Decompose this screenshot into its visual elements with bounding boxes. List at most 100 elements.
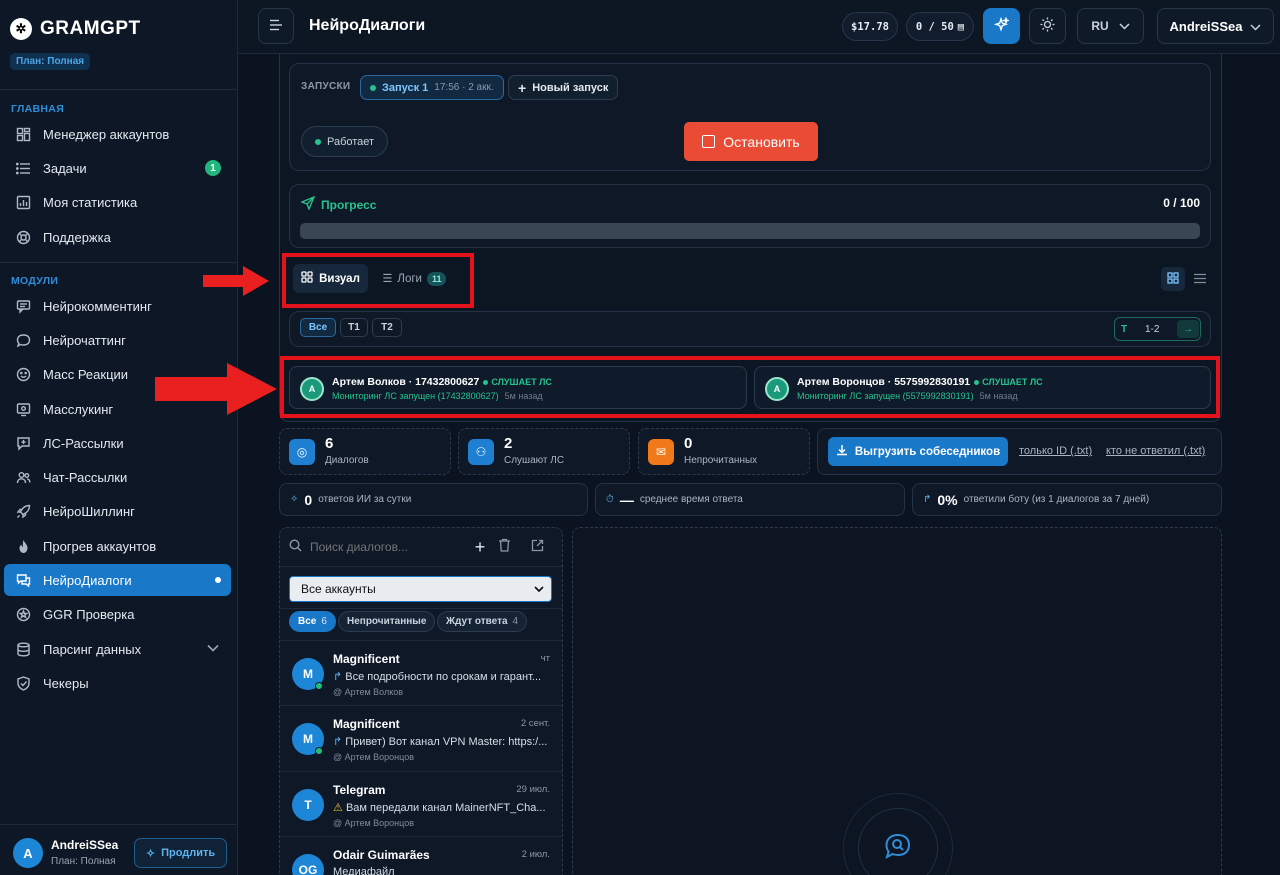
stat-label: Слушают ЛС	[504, 455, 565, 466]
shield-check-icon	[15, 675, 31, 691]
dialog-item[interactable]: OG Odair Guimarães 2 июл. Медиафайл	[280, 836, 562, 875]
filter-all[interactable]: Все	[300, 318, 336, 337]
dialog-item[interactable]: T Telegram 29 июл. ⚠ Вам передали канал …	[280, 771, 562, 836]
sidebar-item-label: Менеджер аккаунтов	[43, 126, 170, 142]
sidebar-item-dm-mailing[interactable]: ЛС-Рассылки	[4, 427, 231, 459]
export-ids-link[interactable]: только ID (.txt)	[1019, 445, 1092, 457]
plan-badge: План: Полная	[10, 53, 91, 70]
chat-search-icon	[883, 831, 913, 864]
chevron-down-icon[interactable]	[207, 643, 219, 655]
account-select[interactable]: Все аккаунты	[289, 576, 552, 602]
reply-icon: ↱	[333, 736, 343, 748]
export-no-reply-link[interactable]: кто не ответил (.txt)	[1106, 445, 1205, 457]
theme-toggle-button[interactable]	[1029, 8, 1066, 44]
external-link-icon	[531, 539, 544, 555]
sidebar-item-neurochatting[interactable]: Нейрочаттинг	[4, 324, 231, 356]
export-button[interactable]: Выгрузить собеседников	[828, 437, 1008, 466]
filter-chip-awaiting[interactable]: Ждут ответа 4	[437, 611, 528, 632]
chevron-down-icon	[534, 582, 544, 596]
list-view-button[interactable]	[1188, 267, 1212, 291]
database-icon	[15, 641, 31, 657]
sidebar-item-label: Нейрочаттинг	[43, 332, 126, 348]
metric-label: ответов ИИ за сутки	[318, 494, 412, 505]
brand-logo[interactable]: ✲ GRAMGPT	[10, 18, 141, 40]
chevron-down-icon	[1250, 19, 1262, 34]
sidebar-item-chat-mailing[interactable]: Чат-Рассылки	[4, 461, 231, 493]
dialog-name: Magnificent	[333, 717, 400, 731]
language-select[interactable]: RU	[1077, 8, 1144, 44]
dialog-preview: ↱ Привет) Вот канал VPN Master: https:/.…	[333, 736, 548, 748]
sidebar-item-label: Масс Реакции	[43, 366, 129, 382]
sidebar-item-account-manager[interactable]: Менеджер аккаунтов	[4, 118, 231, 150]
ai-sparkle-button[interactable]	[983, 8, 1020, 44]
new-run-button[interactable]: + Новый запуск	[508, 75, 619, 100]
next-arrow-icon[interactable]: →	[1177, 320, 1199, 338]
filter-t2[interactable]: T2	[372, 318, 402, 337]
sidebar-item-label: Задачи	[43, 160, 87, 176]
extend-label: Продлить	[161, 847, 216, 859]
metric-value: 0	[304, 491, 313, 508]
dialog-search[interactable]	[289, 539, 460, 555]
runs-section: ЗАПУСКИ Запуск 1 17:56 · 2 акк. + Новый …	[289, 63, 1211, 171]
chip-label: Все	[298, 616, 317, 627]
language-value: RU	[1091, 19, 1109, 33]
sidebar-item-checkers[interactable]: Чекеры	[4, 667, 231, 699]
run-status-pill: Работает	[301, 126, 389, 157]
balance-chip[interactable]: $17.78	[842, 12, 898, 41]
menu-toggle-button[interactable]	[258, 8, 294, 44]
sidebar-item-neurodialogs[interactable]: НейроДиалоги	[4, 564, 231, 596]
users-icon: ⚇	[468, 439, 494, 465]
sparkle-icon: ✧	[145, 847, 156, 860]
monitor-eye-icon	[15, 401, 31, 417]
star-badge-icon	[15, 606, 31, 622]
chevron-down-icon	[1119, 19, 1130, 33]
filter-chip-all[interactable]: Все 6	[289, 611, 336, 632]
sidebar-item-statistics[interactable]: Моя статистика	[4, 186, 231, 218]
divider	[280, 608, 562, 609]
filter-t1[interactable]: T1	[340, 318, 368, 337]
run-tab-1[interactable]: Запуск 1 17:56 · 2 акк.	[360, 75, 504, 100]
sidebar-item-tasks[interactable]: Задачи 1	[4, 152, 231, 184]
dialog-time: 2 июл.	[521, 849, 550, 860]
filter-row: Все T1 T2 T 1-2 →	[289, 311, 1211, 347]
sidebar-item-ggr-check[interactable]: GGR Проверка	[4, 598, 231, 630]
account-name: AndreiSSea	[1169, 18, 1243, 34]
chart-icon	[15, 194, 31, 210]
sidebar-item-neurocommenting[interactable]: Нейрокомментинг	[4, 290, 231, 322]
highlight-box	[280, 356, 1220, 418]
sparkle-icon	[993, 16, 1011, 35]
stop-button[interactable]: Остановить	[684, 122, 818, 161]
chip-label: Ждут ответа	[446, 616, 508, 627]
dialog-item[interactable]: M Magnificent 2 сент. ↱ Привет) Вот кана…	[280, 705, 562, 770]
user-plan: План: Полная	[51, 856, 116, 867]
sidebar-item-data-parsing[interactable]: Парсинг данных	[4, 633, 231, 665]
comments-icon	[15, 298, 31, 314]
dialog-item[interactable]: M Magnificent чт ↱ Все подробности по ср…	[280, 640, 562, 705]
filter-chip-unread[interactable]: Непрочитанные	[338, 611, 436, 632]
extend-plan-button[interactable]: ✧ Продлить	[134, 838, 227, 868]
dialog-name: Magnificent	[333, 652, 400, 666]
open-external-button[interactable]	[531, 539, 544, 555]
top-header: НейроДиалоги $17.78 0 / 50 ▤ RU AndreiSS…	[238, 0, 1280, 54]
chip-count: 6	[321, 616, 327, 627]
search-input[interactable]	[310, 540, 460, 554]
status-dot	[315, 138, 321, 145]
pager-range: 1-2	[1145, 323, 1160, 335]
account-menu[interactable]: AndreiSSea	[1157, 8, 1274, 44]
chip-label: Непрочитанные	[347, 616, 427, 627]
list-icon	[15, 160, 31, 176]
sidebar-item-label: Чат-Рассылки	[43, 469, 128, 485]
metric-label: ответили боту (из 1 диалогов за 7 дней)	[963, 494, 1150, 505]
sidebar-item-support[interactable]: Поддержка	[4, 221, 231, 253]
avatar[interactable]: A	[13, 838, 43, 868]
add-dialog-button[interactable]: +	[470, 536, 490, 558]
divider	[0, 262, 238, 263]
progress-label: Прогресс	[321, 197, 377, 212]
sidebar-item-neuroshilling[interactable]: НейроШиллинг	[4, 495, 231, 527]
delete-button[interactable]	[498, 538, 511, 555]
stat-value: 0	[684, 435, 693, 452]
grid-view-button[interactable]	[1161, 267, 1185, 291]
sidebar-item-account-warmup[interactable]: Прогрев аккаунтов	[4, 530, 231, 562]
sparkle-icon: ✧	[290, 494, 299, 505]
quota-chip[interactable]: 0 / 50 ▤	[906, 12, 974, 41]
